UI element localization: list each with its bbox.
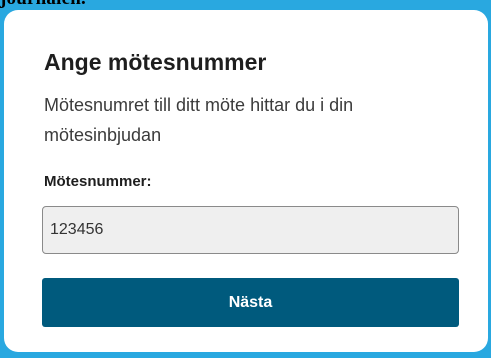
page-frame: journalen. Ange mötesnummer Mötesnumret …: [0, 0, 491, 358]
dialog-description: Mötesnumret till ditt möte hittar du i d…: [44, 95, 354, 145]
next-button[interactable]: Nästa: [42, 278, 459, 327]
meeting-number-label: Mötesnummer:: [44, 173, 152, 190]
meeting-number-dialog: Ange mötesnummer Mötesnumret till ditt m…: [4, 10, 488, 352]
dialog-title: Ange mötesnummer: [44, 49, 267, 75]
cut-off-heading-text: journalen.: [0, 0, 86, 8]
meeting-number-input[interactable]: [42, 206, 459, 254]
